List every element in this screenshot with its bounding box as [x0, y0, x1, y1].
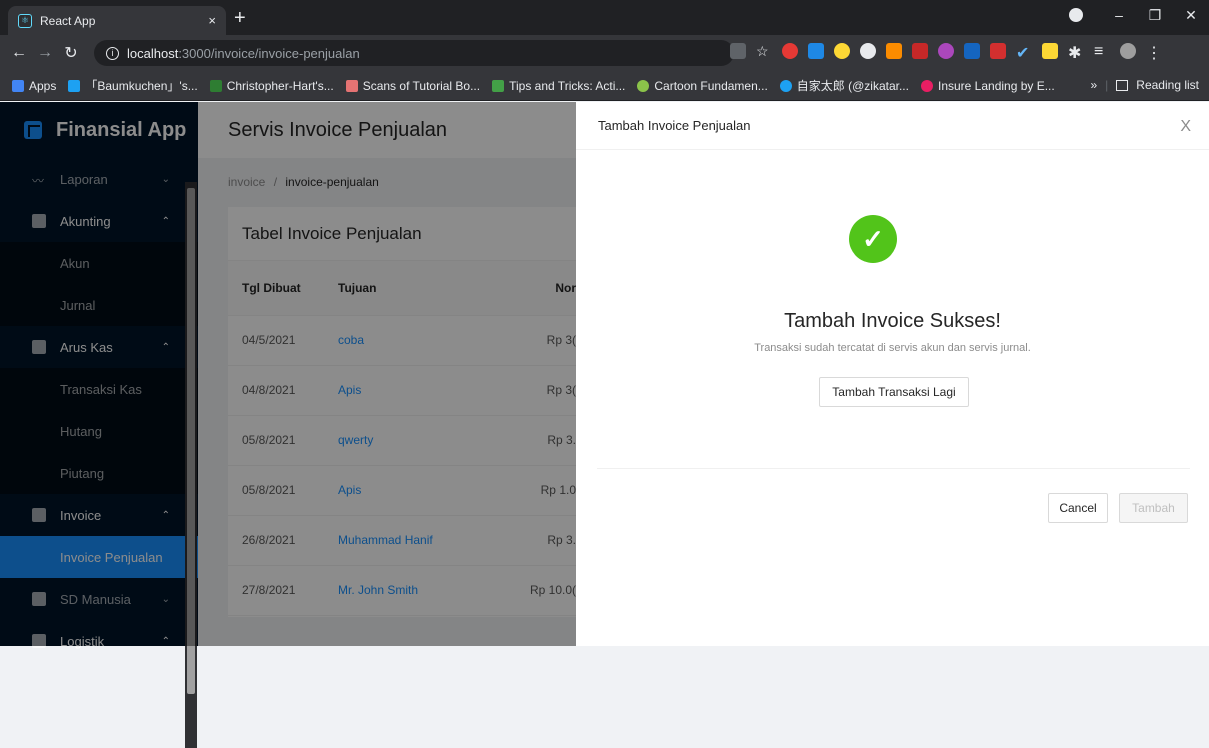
reload-icon[interactable]: ↻: [58, 43, 84, 63]
restore-icon[interactable]: ❐: [1137, 7, 1173, 24]
drawer-header: Tambah Invoice Penjualan: [576, 102, 1209, 150]
browser-tab[interactable]: ⚛ React App ×: [8, 6, 226, 35]
puzzle-icon[interactable]: ✱: [1068, 43, 1084, 62]
extension-messenger-icon[interactable]: [938, 43, 954, 59]
minimize-icon[interactable]: –: [1101, 7, 1137, 23]
dribbble-icon: [920, 79, 933, 92]
bookmark-label: 「Baumkuchen」's...: [85, 79, 198, 93]
profile-icon[interactable]: [1069, 8, 1083, 22]
address-bar[interactable]: i localhost:3000/invoice/invoice-penjual…: [94, 40, 734, 66]
react-favicon-icon: ⚛: [18, 13, 32, 28]
extension-ring-icon[interactable]: [834, 43, 850, 59]
bookmark-item[interactable]: Scans of Tutorial Bo...: [345, 78, 481, 93]
url-host: localhost: [127, 45, 179, 61]
translate-icon[interactable]: [730, 43, 746, 59]
bookmark-icon: [637, 79, 650, 92]
add-invoice-drawer: Tambah Invoice Penjualan X ✓ Tambah Invo…: [576, 102, 1209, 646]
reading-list-button[interactable]: Reading list: [1136, 78, 1199, 92]
window-controls: – ❐ ✕: [1069, 0, 1209, 30]
bookmark-label: 自家太郎 (@zikatar...: [796, 79, 909, 93]
bookmarks-bar: Apps 「Baumkuchen」's... Christopher-Hart'…: [0, 71, 1209, 101]
tab-title: React App: [40, 13, 96, 28]
bookmark-item[interactable]: 「Baumkuchen」's...: [68, 77, 198, 94]
site-info-icon[interactable]: i: [106, 46, 119, 60]
extension-check-icon[interactable]: ✔: [1016, 43, 1032, 62]
bookmark-item[interactable]: Cartoon Fundamen...: [637, 78, 768, 93]
extension-emoji-icon[interactable]: [1042, 43, 1058, 59]
submit-button[interactable]: Tambah: [1119, 493, 1188, 523]
divider: [597, 468, 1190, 469]
extension-f-icon[interactable]: [808, 43, 824, 59]
add-another-button[interactable]: Tambah Transaksi Lagi: [819, 377, 969, 407]
extension-doc-icon[interactable]: [964, 43, 980, 59]
bookmark-icon: [492, 79, 505, 92]
url-path: :3000/invoice/invoice-penjualan: [178, 45, 360, 61]
apps-grid-icon: [12, 79, 24, 92]
result-title: Tambah Invoice Sukses!: [784, 310, 1001, 332]
twitter-icon: [779, 79, 792, 92]
bookmark-item[interactable]: Tips and Tricks: Acti...: [492, 79, 625, 93]
browser-toolbar: ← → ↻ i localhost:3000/invoice/invoice-p…: [0, 35, 1209, 71]
bookmark-icon: [209, 79, 222, 92]
bookmark-apps[interactable]: Apps: [12, 79, 56, 93]
avatar-icon[interactable]: [1120, 43, 1136, 59]
result-subtitle: Transaksi sudah tercatat di servis akun …: [754, 342, 1031, 354]
reading-list-icon: [1116, 79, 1129, 91]
extension-globe-icon[interactable]: [860, 43, 876, 59]
forward-icon[interactable]: →: [32, 44, 58, 62]
bookmark-label: Insure Landing by E...: [937, 78, 1055, 93]
bookmark-item[interactable]: Insure Landing by E...: [920, 78, 1055, 93]
extension-m-icon[interactable]: [990, 43, 1006, 59]
bookmark-label: Christopher-Hart's...: [226, 78, 334, 93]
bookmark-label: Scans of Tutorial Bo...: [362, 78, 481, 93]
extension-tag-icon[interactable]: [886, 43, 902, 59]
more-bookmarks-icon[interactable]: »: [1090, 78, 1097, 92]
check-circle-icon: ✓: [849, 215, 897, 263]
bookmark-label: Cartoon Fundamen...: [654, 78, 768, 93]
adblock-icon[interactable]: [782, 43, 798, 59]
divider: |: [1105, 78, 1109, 92]
new-tab-button[interactable]: +: [234, 8, 246, 28]
bookmark-label: Tips and Tricks: Acti...: [509, 78, 626, 93]
kebab-menu-icon[interactable]: ⋮: [1146, 43, 1162, 62]
extension-icons: ☆ ✔ ✱ ≡ ⋮: [730, 43, 1162, 62]
bookmark-icon: [345, 79, 358, 92]
tab-close-icon[interactable]: ×: [208, 13, 216, 28]
bookmark-item[interactable]: 自家太郎 (@zikatar...: [779, 77, 909, 94]
star-icon[interactable]: ☆: [756, 43, 772, 59]
cancel-button[interactable]: Cancel: [1048, 493, 1108, 523]
bookmark-icon: [68, 79, 81, 92]
close-icon[interactable]: X: [1180, 118, 1191, 136]
close-window-icon[interactable]: ✕: [1173, 7, 1209, 24]
bookmark-label: Apps: [29, 78, 57, 93]
extension-box-icon[interactable]: [912, 43, 928, 59]
playlist-icon[interactable]: ≡: [1094, 43, 1110, 60]
back-icon[interactable]: ←: [6, 44, 32, 62]
browser-tab-bar: ⚛ React App × + – ❐ ✕: [0, 0, 1209, 35]
drawer-title: Tambah Invoice Penjualan: [598, 118, 751, 133]
bookmark-item[interactable]: Christopher-Hart's...: [209, 78, 334, 93]
